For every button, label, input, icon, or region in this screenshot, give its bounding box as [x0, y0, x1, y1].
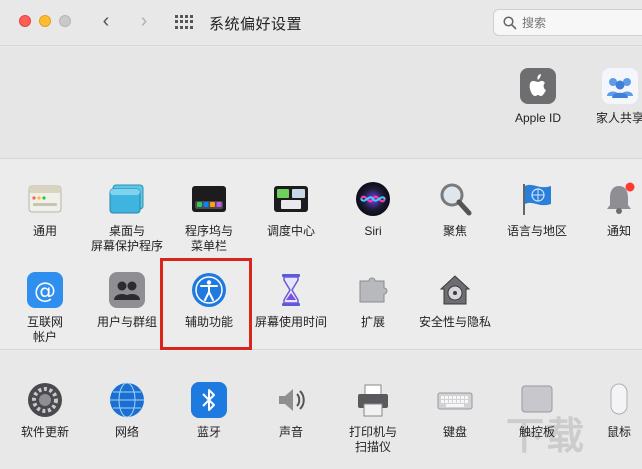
- desktop-screensaver-icon: [109, 181, 145, 217]
- pref-extensions[interactable]: 扩展: [332, 272, 414, 330]
- pref-sound[interactable]: 声音: [250, 382, 332, 440]
- pref-label: 通知: [606, 224, 631, 238]
- pref-software-update[interactable]: 软件更新: [4, 382, 86, 440]
- account-section: Apple ID 家人共享: [0, 47, 642, 159]
- search-icon: [503, 16, 517, 30]
- pref-family-sharing[interactable]: 家人共享: [579, 68, 642, 126]
- pref-keyboard[interactable]: 键盘: [414, 382, 496, 440]
- apple-id-icon: [520, 68, 556, 104]
- language-flag-icon: [519, 181, 555, 217]
- general-icon: [27, 181, 63, 217]
- pref-internet-accounts[interactable]: @ 互联网 帐户: [4, 272, 86, 345]
- mission-control-icon: [273, 181, 309, 217]
- pref-general[interactable]: 通用: [4, 181, 86, 239]
- pref-label: 互联网 帐户: [26, 315, 63, 344]
- watermark: 下载: [506, 413, 587, 458]
- dock-icon: [191, 181, 227, 217]
- pref-spotlight[interactable]: 聚焦: [414, 181, 496, 239]
- pref-apple-id[interactable]: Apple ID: [497, 68, 579, 126]
- pref-dock-menubar[interactable]: 程序坞与 菜单栏: [168, 181, 250, 254]
- pref-printers-scanners[interactable]: 打印机与 扫描仪: [332, 382, 414, 455]
- pref-label: 软件更新: [20, 425, 69, 439]
- forward-arrow-icon[interactable]: ›: [134, 11, 154, 31]
- family-sharing-icon: [602, 68, 638, 104]
- pref-label: 家人共享: [595, 111, 642, 125]
- security-house-icon: [437, 272, 473, 308]
- pref-mouse[interactable]: 鼠标: [578, 382, 642, 440]
- sound-speaker-icon: [273, 382, 309, 418]
- pref-label: 扩展: [360, 315, 385, 329]
- pref-label: 桌面与 屏幕保护程序: [90, 224, 163, 253]
- internet-accounts-at-icon: @: [27, 272, 63, 308]
- printer-icon: [355, 382, 391, 418]
- pref-notifications[interactable]: 通知: [578, 181, 642, 239]
- spotlight-magnifier-icon: [437, 181, 473, 217]
- siri-icon: [355, 181, 391, 217]
- pref-label: 屏幕使用时间: [254, 315, 327, 329]
- pref-desktop-screensaver[interactable]: 桌面与 屏幕保护程序: [86, 181, 168, 254]
- show-all-grid-icon[interactable]: [175, 15, 193, 29]
- close-button[interactable]: [19, 15, 31, 27]
- pref-language-region[interactable]: 语言与地区: [496, 181, 578, 239]
- pref-label: Apple ID: [514, 111, 562, 125]
- pref-label: 打印机与 扫描仪: [348, 425, 397, 454]
- mouse-icon: [601, 382, 637, 418]
- pref-label: 聚焦: [442, 224, 467, 238]
- pref-bluetooth[interactable]: 蓝牙: [168, 382, 250, 440]
- pref-label: 程序坞与 菜单栏: [184, 224, 233, 253]
- pref-users-groups[interactable]: 用户与群组: [86, 272, 168, 330]
- software-update-gear-icon: [27, 382, 63, 418]
- pref-label: Siri: [364, 224, 382, 238]
- window-title: 系统偏好设置: [209, 16, 303, 33]
- pref-label: 鼠标: [606, 425, 631, 439]
- pref-mission-control[interactable]: 调度中心: [250, 181, 332, 239]
- pref-label: 网络: [114, 425, 139, 439]
- search-field[interactable]: [493, 9, 642, 36]
- pref-label: 语言与地区: [506, 224, 567, 238]
- screen-time-hourglass-icon: [273, 272, 309, 308]
- back-arrow-icon[interactable]: ‹: [96, 11, 116, 31]
- title-bar: ‹ › 系统偏好设置: [0, 0, 642, 46]
- pref-label: 声音: [278, 425, 303, 439]
- pref-label: 通用: [32, 224, 57, 238]
- pref-label: 用户与群组: [96, 315, 157, 329]
- search-input[interactable]: [522, 14, 632, 32]
- bluetooth-icon: [191, 382, 227, 418]
- pref-network[interactable]: 网络: [86, 382, 168, 440]
- zoom-button[interactable]: [59, 15, 71, 27]
- pref-label: 安全性与隐私: [418, 315, 491, 329]
- pref-label: 键盘: [442, 425, 467, 439]
- notification-bell-icon: [601, 181, 637, 217]
- pref-screen-time[interactable]: 屏幕使用时间: [250, 272, 332, 330]
- pref-siri[interactable]: Siri: [332, 181, 414, 239]
- highlight-box: [160, 258, 252, 350]
- network-globe-icon: [109, 382, 145, 418]
- keyboard-icon: [437, 382, 473, 418]
- minimize-button[interactable]: [39, 15, 51, 27]
- svg-text:@: @: [34, 279, 56, 304]
- pref-security-privacy[interactable]: 安全性与隐私: [414, 272, 496, 330]
- users-groups-icon: [109, 272, 145, 308]
- pref-label: 调度中心: [266, 224, 315, 238]
- extensions-puzzle-icon: [355, 272, 391, 308]
- pref-label: 蓝牙: [196, 425, 221, 439]
